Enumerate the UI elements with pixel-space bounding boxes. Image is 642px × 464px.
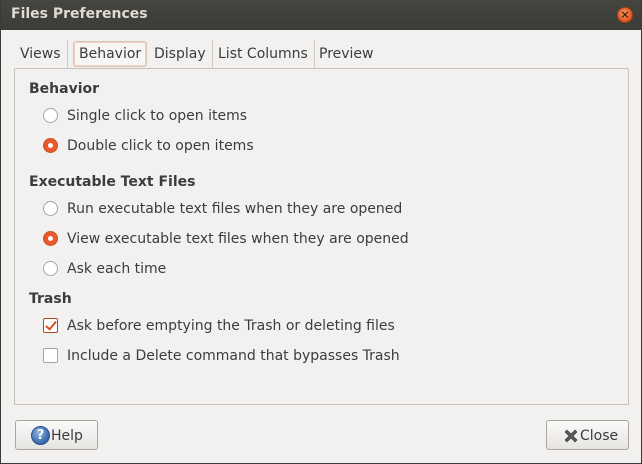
- checkbox-checked[interactable]: [43, 318, 58, 333]
- trash-heading: Trash: [29, 291, 72, 307]
- tab-views[interactable]: Views: [14, 40, 68, 68]
- tab-preview[interactable]: Preview: [313, 40, 380, 68]
- radio-button-selected[interactable]: [43, 231, 58, 246]
- help-icon: ?: [31, 426, 50, 445]
- radio-button[interactable]: [43, 201, 58, 216]
- behavior-panel: Behavior Single click to open items Doub…: [14, 68, 629, 405]
- close-icon: [564, 429, 578, 443]
- option-label: Run executable text files when they are …: [67, 201, 403, 217]
- behavior-heading: Behavior: [29, 81, 100, 97]
- window-close-icon[interactable]: ×: [617, 7, 633, 23]
- preferences-window: Files Preferences × Views Behavior Displ…: [0, 0, 642, 464]
- close-button-label: Close: [580, 428, 619, 444]
- help-button-label: Help: [51, 428, 83, 444]
- tab-display[interactable]: Display: [148, 40, 213, 68]
- tab-behavior[interactable]: Behavior: [73, 41, 148, 67]
- title-bar: Files Preferences ×: [1, 0, 641, 30]
- radio-button[interactable]: [43, 108, 58, 123]
- tab-list-columns[interactable]: List Columns: [212, 40, 315, 68]
- executable-heading: Executable Text Files: [29, 174, 196, 190]
- checkbox-unchecked[interactable]: [43, 348, 58, 363]
- option-label: Ask before emptying the Trash or deletin…: [67, 318, 395, 334]
- radio-button-selected[interactable]: [43, 138, 58, 153]
- help-button[interactable]: ? Help: [15, 420, 98, 450]
- window-title: Files Preferences: [11, 6, 148, 22]
- option-label: Ask each time: [67, 261, 167, 277]
- option-label: Single click to open items: [67, 108, 248, 124]
- option-label: Double click to open items: [67, 138, 254, 154]
- close-button[interactable]: Close: [546, 420, 629, 450]
- option-label: View executable text files when they are…: [67, 231, 409, 247]
- option-label: Include a Delete command that bypasses T…: [67, 348, 400, 364]
- radio-button[interactable]: [43, 261, 58, 276]
